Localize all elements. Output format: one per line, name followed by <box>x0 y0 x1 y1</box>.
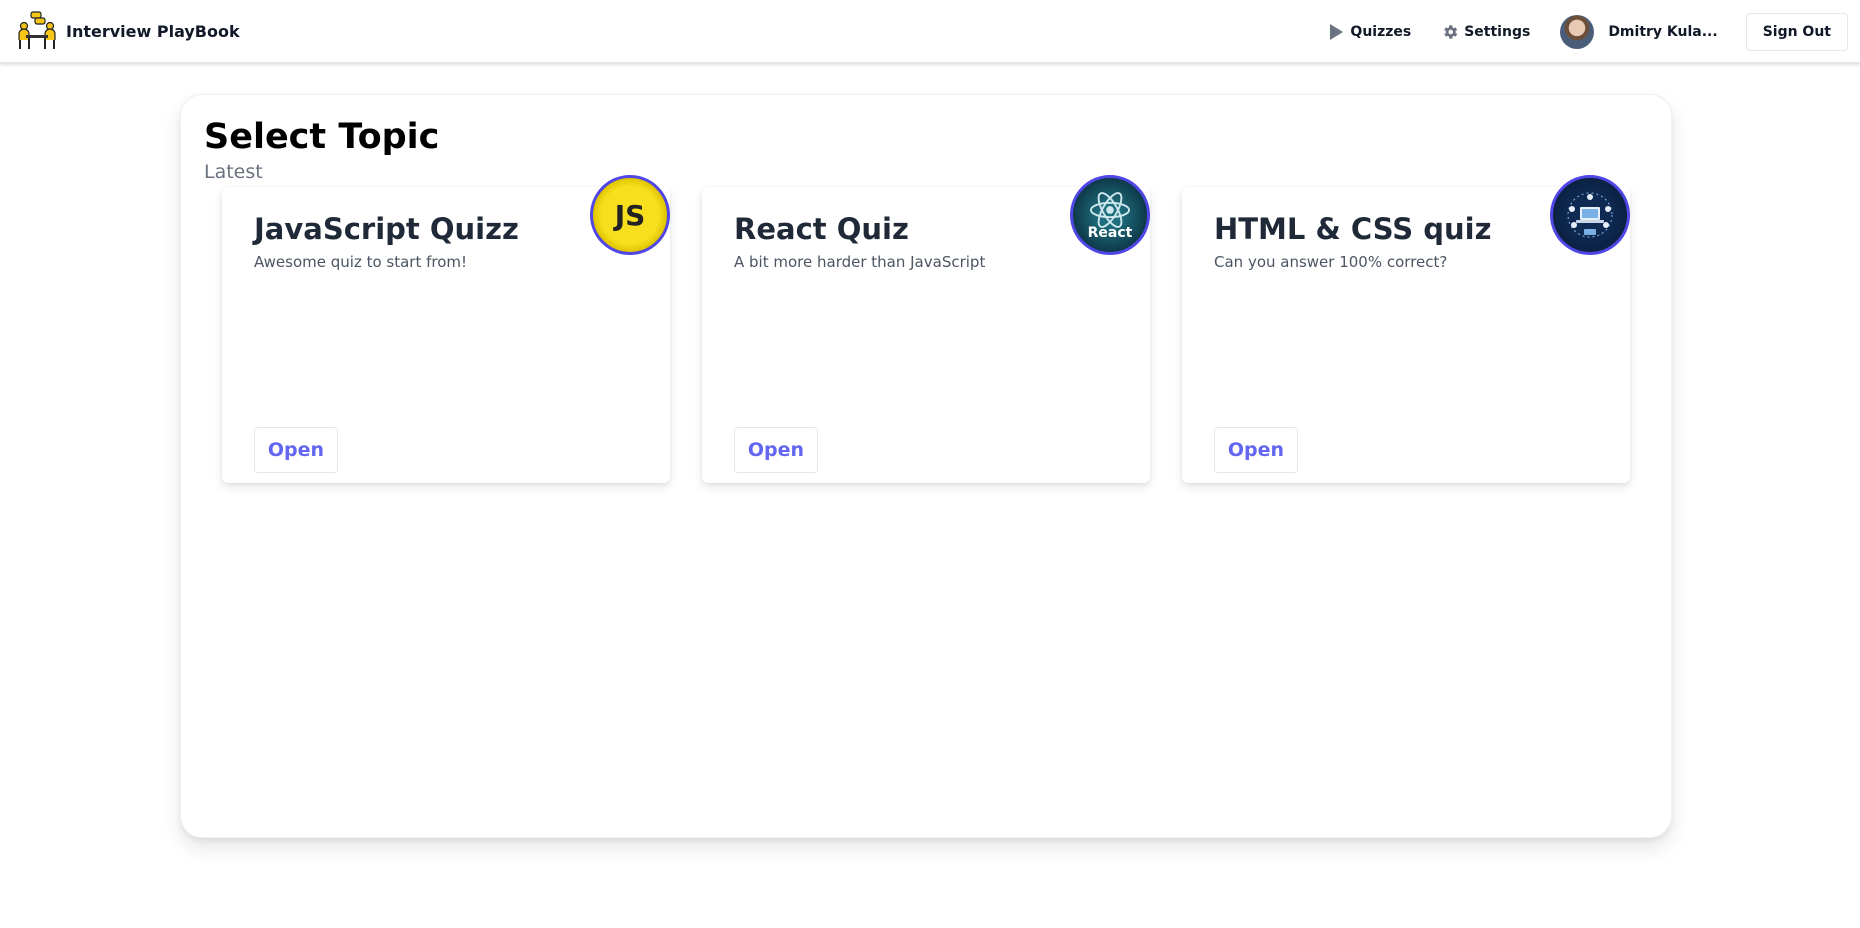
quiz-card-html-css: HTML & CSS quiz Can you answer 100% corr… <box>1182 175 1630 483</box>
nav-quizzes-link[interactable]: Quizzes <box>1327 23 1411 41</box>
card-description: A bit more harder than JavaScript <box>734 253 986 271</box>
quiz-card-react: React React Quiz A bit more harder than … <box>702 175 1150 483</box>
card-description: Can you answer 100% correct? <box>1214 253 1448 271</box>
gear-icon <box>1444 24 1458 39</box>
card-title: HTML & CSS quiz <box>1214 212 1492 246</box>
section-label-latest: Latest <box>204 161 263 183</box>
react-logo-icon: React <box>1070 175 1150 255</box>
badge-text-react: React <box>1087 225 1133 241</box>
user-name: Dmitry Kula... <box>1608 23 1718 40</box>
top-navbar: Interview PlayBook Quizzes Settings Dmit… <box>0 0 1860 63</box>
javascript-logo-icon: JS <box>590 175 670 255</box>
brand-name: Interview PlayBook <box>66 21 240 41</box>
user-menu[interactable]: Dmitry Kula... <box>1560 14 1718 49</box>
card-description: Awesome quiz to start from! <box>254 253 468 271</box>
avatar <box>1560 14 1595 49</box>
card-title: React Quiz <box>734 212 909 246</box>
badge-text-js: JS <box>614 198 646 232</box>
quiz-card-javascript: JS JavaScript Quizz Awesome quiz to star… <box>222 175 670 483</box>
topic-panel: Select Topic Latest JS JavaScript Quizz … <box>180 94 1672 838</box>
nav-settings-link[interactable]: Settings <box>1441 23 1530 41</box>
card-title: JavaScript Quizz <box>254 212 519 246</box>
nav-quizzes-label: Quizzes <box>1350 23 1412 40</box>
interview-logo-icon <box>18 11 56 49</box>
web-development-icon <box>1550 175 1630 255</box>
open-quiz-button[interactable]: Open <box>1214 427 1298 473</box>
play-icon <box>1330 23 1344 40</box>
open-quiz-button[interactable]: Open <box>734 427 818 473</box>
page-title: Select Topic <box>204 117 440 157</box>
brand-link[interactable]: Interview PlayBook <box>16 10 240 52</box>
sign-out-button[interactable]: Sign Out <box>1745 12 1848 51</box>
nav-right: Quizzes Settings Dmitry Kula... Sign Out <box>1327 0 1860 63</box>
nav-settings-label: Settings <box>1464 23 1531 40</box>
open-quiz-button[interactable]: Open <box>254 427 338 473</box>
laptop-icon <box>1567 192 1613 238</box>
